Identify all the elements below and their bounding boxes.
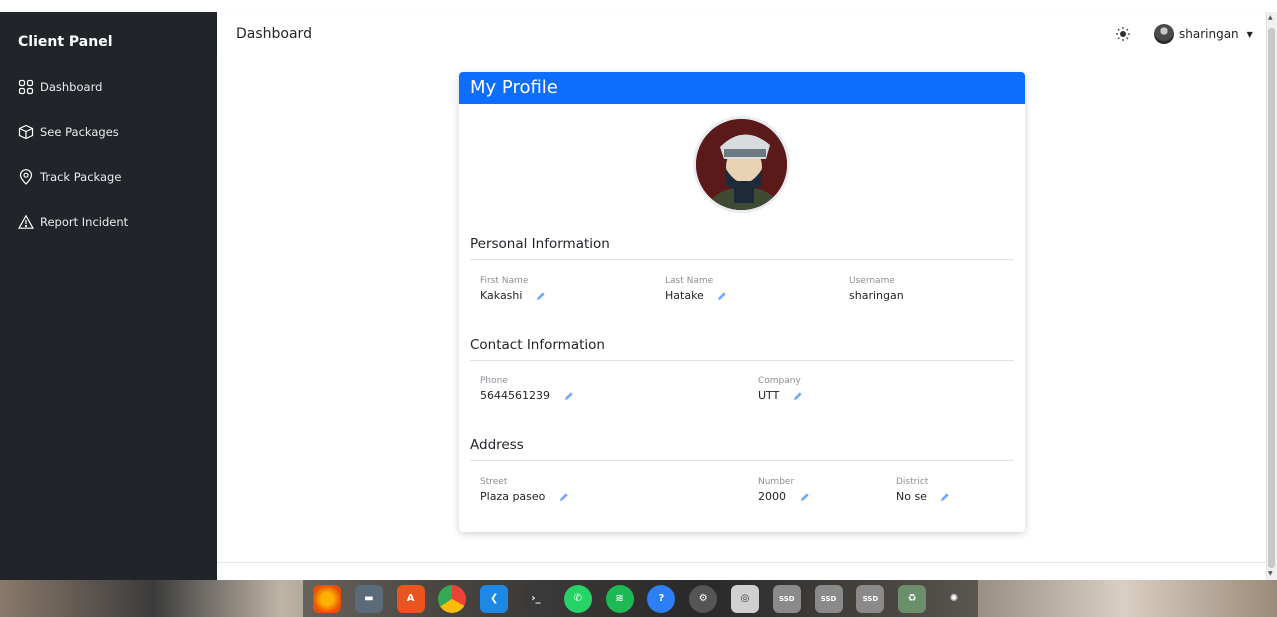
last-name-value: Hatake <box>665 289 704 302</box>
sidebar-item-label: Report Incident <box>40 215 129 229</box>
pencil-icon[interactable] <box>716 291 727 302</box>
settings-icon[interactable]: ⚙ <box>689 584 718 613</box>
company-value: UTT <box>758 389 780 402</box>
phone-label: Phone <box>480 376 508 386</box>
spotify-icon[interactable]: ≋ <box>605 584 634 613</box>
street-label: Street <box>480 477 508 487</box>
street-value: Plaza paseo <box>480 490 546 503</box>
company-label: Company <box>758 376 801 386</box>
avatar <box>1154 24 1174 44</box>
screenshot-icon[interactable]: ◎ <box>730 584 759 613</box>
help-icon[interactable]: ? <box>647 584 676 613</box>
chevron-down-icon: ▼ <box>1246 29 1253 39</box>
sidebar-brand: Client Panel <box>18 34 113 50</box>
drive-icon[interactable]: SSD <box>772 584 801 613</box>
terminal-icon[interactable]: ›_ <box>521 584 550 613</box>
location-pin-icon <box>19 169 33 185</box>
window-top-strip <box>0 0 1277 12</box>
scroll-down-icon[interactable]: ▼ <box>1268 570 1273 577</box>
profile-card: My Profile Personal Information First Na… <box>459 72 1025 532</box>
scrollbar-thumb[interactable] <box>1268 28 1275 568</box>
sidebar-item-dashboard[interactable]: Dashboard <box>18 76 102 98</box>
pencil-icon[interactable] <box>939 492 950 503</box>
district-value: No se <box>896 490 927 503</box>
sun-icon[interactable] <box>1115 26 1131 42</box>
company-field: Company UTT <box>758 376 803 402</box>
trash-icon[interactable]: ♻ <box>898 584 927 613</box>
phone-field: Phone 5644561239 <box>480 376 574 402</box>
address-heading: Address <box>470 437 1014 461</box>
first-name-value: Kakashi <box>480 289 523 302</box>
number-field: Number 2000 <box>758 477 810 503</box>
username-label: Username <box>849 276 895 286</box>
username-field: Username sharingan <box>849 276 904 302</box>
firefox-icon[interactable] <box>313 584 341 613</box>
ubuntu-icon[interactable]: ✺ <box>940 585 968 613</box>
number-label: Number <box>758 477 795 487</box>
chrome-icon[interactable] <box>438 584 467 613</box>
os-taskbar: ▬ A ❮ ›_ ✆ ≋ ? ⚙ ◎ SSD SSD SSD ♻ ✺ <box>0 580 1277 617</box>
card-title: My Profile <box>459 72 1025 104</box>
phone-value: 5644561239 <box>480 389 550 402</box>
contact-info-heading: Contact Information <box>470 337 1014 361</box>
district-field: District No se <box>896 477 950 503</box>
scroll-up-icon[interactable]: ▲ <box>1268 14 1273 21</box>
footer-divider <box>217 562 1266 563</box>
profile-avatar <box>693 116 790 213</box>
sidebar-item-label: Dashboard <box>40 80 103 94</box>
street-field: Street Plaza paseo <box>480 477 569 503</box>
sidebar-item-label: See Packages <box>40 125 119 139</box>
first-name-field: First Name Kakashi <box>480 276 546 302</box>
username-value: sharingan <box>849 289 904 302</box>
pencil-icon[interactable] <box>792 391 803 402</box>
user-name: sharingan <box>1179 27 1239 41</box>
first-name-label: First Name <box>480 276 529 286</box>
sidebar-item-track-package[interactable]: Track Package <box>18 166 121 188</box>
last-name-label: Last Name <box>665 276 714 286</box>
sidebar-item-label: Track Package <box>40 170 122 184</box>
user-menu[interactable]: sharingan ▼ <box>1154 24 1253 44</box>
pencil-icon[interactable] <box>563 391 574 402</box>
drive-icon[interactable]: SSD <box>814 584 843 613</box>
vscode-icon[interactable]: ❮ <box>480 584 509 613</box>
app-dock: ▬ A ❮ ›_ ✆ ≋ ? ⚙ ◎ SSD SSD SSD ♻ ✺ <box>303 580 978 617</box>
number-value: 2000 <box>758 490 786 503</box>
pencil-icon[interactable] <box>799 492 810 503</box>
files-icon[interactable]: ▬ <box>354 584 383 613</box>
whatsapp-icon[interactable]: ✆ <box>563 584 592 613</box>
sidebar-item-report-incident[interactable]: Report Incident <box>18 211 128 233</box>
personal-info-heading: Personal Information <box>470 236 1014 260</box>
top-header: Dashboard sharingan ▼ <box>217 12 1266 56</box>
warning-icon <box>18 214 34 229</box>
grid-icon <box>18 79 34 95</box>
app-center-icon[interactable]: A <box>396 584 425 613</box>
last-name-field: Last Name Hatake <box>665 276 727 302</box>
pencil-icon[interactable] <box>535 291 546 302</box>
pencil-icon[interactable] <box>558 492 569 503</box>
sidebar: Client Panel Dashboard See Packages Trac… <box>0 12 217 580</box>
box-icon <box>18 124 34 140</box>
district-label: District <box>896 477 929 487</box>
page-title: Dashboard <box>236 26 312 42</box>
sidebar-item-see-packages[interactable]: See Packages <box>18 121 119 143</box>
drive-icon[interactable]: SSD <box>856 584 885 613</box>
